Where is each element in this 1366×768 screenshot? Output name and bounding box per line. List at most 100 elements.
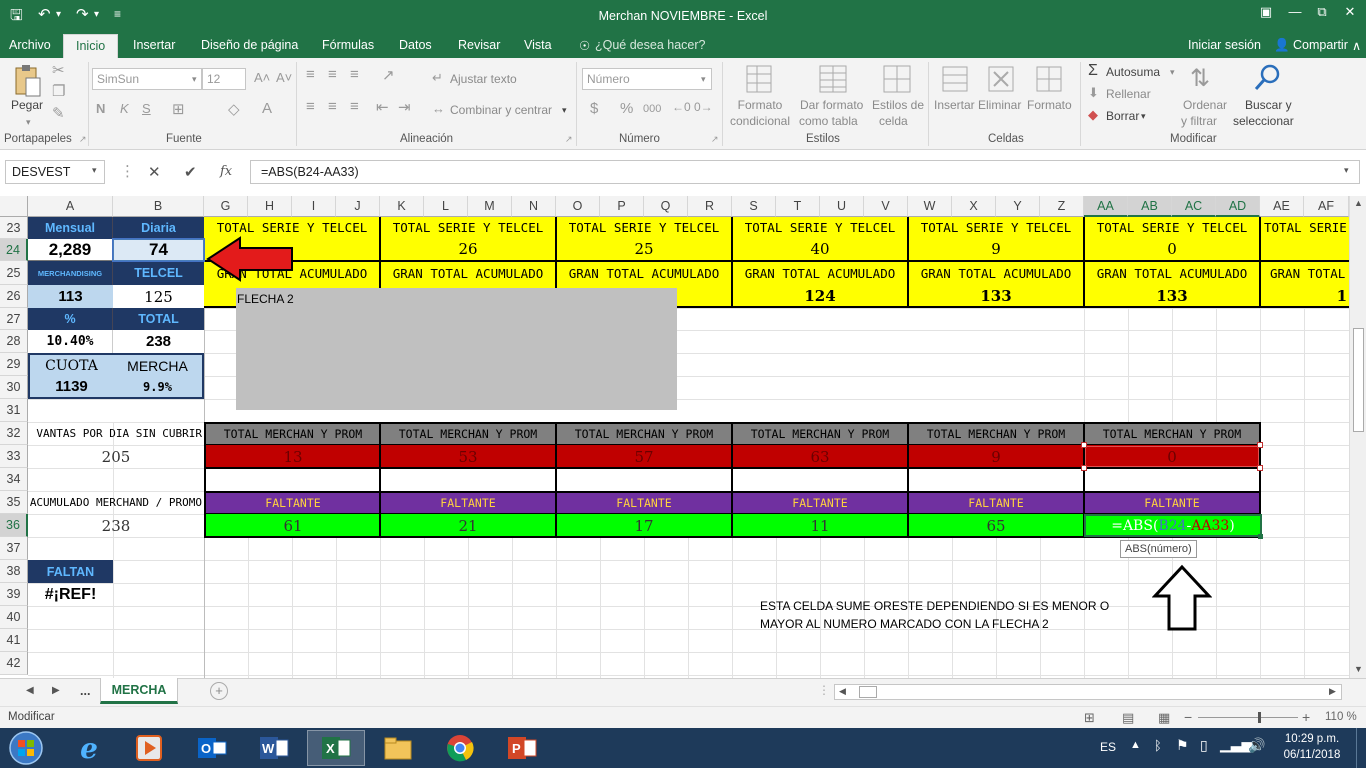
merchan-value-4[interactable]: 63: [733, 446, 907, 467]
clock-date[interactable]: 06/11/2018: [1282, 749, 1342, 761]
fill-color-icon[interactable]: ◇: [228, 100, 240, 118]
range-handle[interactable]: [1257, 465, 1263, 471]
column-header-u[interactable]: U: [820, 196, 864, 217]
column-header-ac[interactable]: AC: [1172, 196, 1216, 217]
up-arrow-icon[interactable]: [1151, 564, 1213, 632]
share-button[interactable]: Compartir: [1293, 38, 1348, 52]
column-header-ab[interactable]: AB: [1128, 196, 1172, 217]
column-header-n[interactable]: N: [512, 196, 556, 217]
sign-in-link[interactable]: Iniciar sesión: [1188, 38, 1261, 52]
column-header-l[interactable]: L: [424, 196, 468, 217]
merchandising-value[interactable]: 113: [28, 285, 113, 308]
serie-value-3[interactable]: 25: [556, 238, 732, 259]
row-header-39[interactable]: 39: [0, 583, 28, 606]
merchan-value-2[interactable]: 53: [381, 446, 555, 467]
underline-button[interactable]: S: [142, 101, 151, 116]
align-center-icon[interactable]: ≡: [328, 98, 337, 115]
number-launcher-icon[interactable]: ↗: [711, 134, 719, 145]
column-header-aa[interactable]: AA: [1084, 196, 1128, 217]
horizontal-scroll-thumb[interactable]: [859, 686, 877, 698]
conditional-format-line1[interactable]: Formato: [737, 98, 783, 113]
column-header-z[interactable]: Z: [1040, 196, 1084, 217]
column-header-p[interactable]: P: [600, 196, 644, 217]
format-cells-button[interactable]: Formato: [1027, 98, 1072, 113]
outlook-icon[interactable]: O: [183, 730, 241, 766]
tab-formulas[interactable]: Fórmulas: [322, 38, 374, 52]
collapse-ribbon-icon[interactable]: ∧: [1352, 38, 1361, 53]
word-icon[interactable]: W: [245, 730, 303, 766]
serie-value-5[interactable]: 9: [908, 238, 1084, 259]
tab-insertar[interactable]: Insertar: [133, 38, 175, 52]
row-header-42[interactable]: 42: [0, 652, 28, 675]
format-as-table-icon[interactable]: [818, 64, 848, 94]
shrink-font-icon[interactable]: A˅: [276, 70, 292, 85]
mensual-value[interactable]: 2,289: [28, 239, 113, 261]
eraser-icon[interactable]: ◆: [1088, 107, 1098, 123]
language-indicator[interactable]: ES: [1100, 740, 1116, 754]
show-desktop-button[interactable]: [1356, 728, 1366, 768]
zoom-in-icon[interactable]: +: [1302, 709, 1310, 725]
increase-decimal-icon[interactable]: ←0: [672, 100, 691, 114]
page-layout-icon[interactable]: ▤: [1122, 710, 1134, 726]
column-header-w[interactable]: W: [908, 196, 952, 217]
chrome-icon[interactable]: [431, 730, 489, 766]
horizontal-scrollbar[interactable]: ◀ ▶: [834, 684, 1342, 700]
conditional-format-icon[interactable]: [745, 64, 775, 94]
row-header-29[interactable]: 29: [0, 353, 28, 376]
powerpoint-icon[interactable]: P: [493, 730, 551, 766]
row-header-30[interactable]: 30: [0, 376, 28, 399]
restore-icon[interactable]: ⧉: [1309, 4, 1335, 26]
find-select-icon[interactable]: [1252, 62, 1282, 92]
column-header-h[interactable]: H: [248, 196, 292, 217]
zoom-slider[interactable]: [1198, 717, 1298, 718]
minimize-icon[interactable]: —: [1282, 4, 1308, 26]
number-format-field[interactable]: Número: [582, 68, 712, 90]
action-center-icon[interactable]: ⚑: [1176, 737, 1189, 754]
acumulado-value[interactable]: 238: [28, 514, 204, 537]
format-cells-icon[interactable]: [1034, 64, 1064, 94]
align-bottom-icon[interactable]: ≡: [350, 66, 359, 83]
start-button[interactable]: [4, 729, 48, 767]
close-icon[interactable]: ✕: [1337, 4, 1363, 26]
cut-icon[interactable]: ✂: [52, 61, 65, 79]
gran-value-4[interactable]: 124: [732, 285, 908, 306]
row-header-25[interactable]: 25: [0, 261, 28, 285]
wrap-text-icon[interactable]: ↵: [432, 70, 443, 86]
bold-button[interactable]: N: [96, 101, 105, 116]
insert-cells-icon[interactable]: [940, 64, 970, 94]
paste-icon[interactable]: [12, 64, 42, 98]
serie-value-7[interactable]: [1260, 238, 1349, 259]
percent-value[interactable]: 10.40%: [28, 330, 113, 353]
column-header-af[interactable]: AF: [1304, 196, 1349, 217]
row-header-24[interactable]: 24: [0, 239, 28, 261]
font-name-dropdown-icon[interactable]: ▾: [192, 72, 197, 87]
conditional-format-line2[interactable]: condicional: [723, 114, 797, 129]
column-header-ae[interactable]: AE: [1260, 196, 1304, 217]
font-color-icon[interactable]: A: [262, 100, 272, 117]
tab-revisar[interactable]: Revisar: [458, 38, 500, 52]
column-header-g[interactable]: G: [204, 196, 248, 217]
tab-diseno-pagina[interactable]: Diseño de página: [201, 38, 298, 52]
row-header-41[interactable]: 41: [0, 629, 28, 652]
row-header-38[interactable]: 38: [0, 560, 28, 583]
percent-button[interactable]: %: [620, 100, 633, 117]
add-sheet-icon[interactable]: +: [210, 682, 228, 700]
zoom-slider-thumb[interactable]: [1258, 712, 1261, 723]
autosum-dropdown-icon[interactable]: ▾: [1170, 65, 1175, 80]
faltante-value-5[interactable]: 65: [909, 515, 1083, 536]
delete-cells-icon[interactable]: [986, 64, 1016, 94]
column-header-q[interactable]: Q: [644, 196, 688, 217]
thousands-button[interactable]: 000: [643, 103, 661, 115]
merge-center-button[interactable]: Combinar y centrar: [450, 103, 552, 118]
fill-icon[interactable]: ⬇: [1088, 85, 1099, 101]
tab-archivo[interactable]: Archivo: [9, 38, 51, 52]
column-header-o[interactable]: O: [556, 196, 600, 217]
expand-formula-icon[interactable]: ▾: [1344, 165, 1349, 176]
row-header-27[interactable]: 27: [0, 308, 28, 330]
increase-indent-icon[interactable]: ⇥: [398, 98, 411, 116]
row-header-37[interactable]: 37: [0, 537, 28, 560]
sort-filter-line2[interactable]: y filtrar: [1181, 114, 1217, 129]
telcel-value[interactable]: 125: [113, 285, 204, 308]
merge-icon[interactable]: ↔: [432, 101, 445, 116]
align-right-icon[interactable]: ≡: [350, 98, 359, 115]
